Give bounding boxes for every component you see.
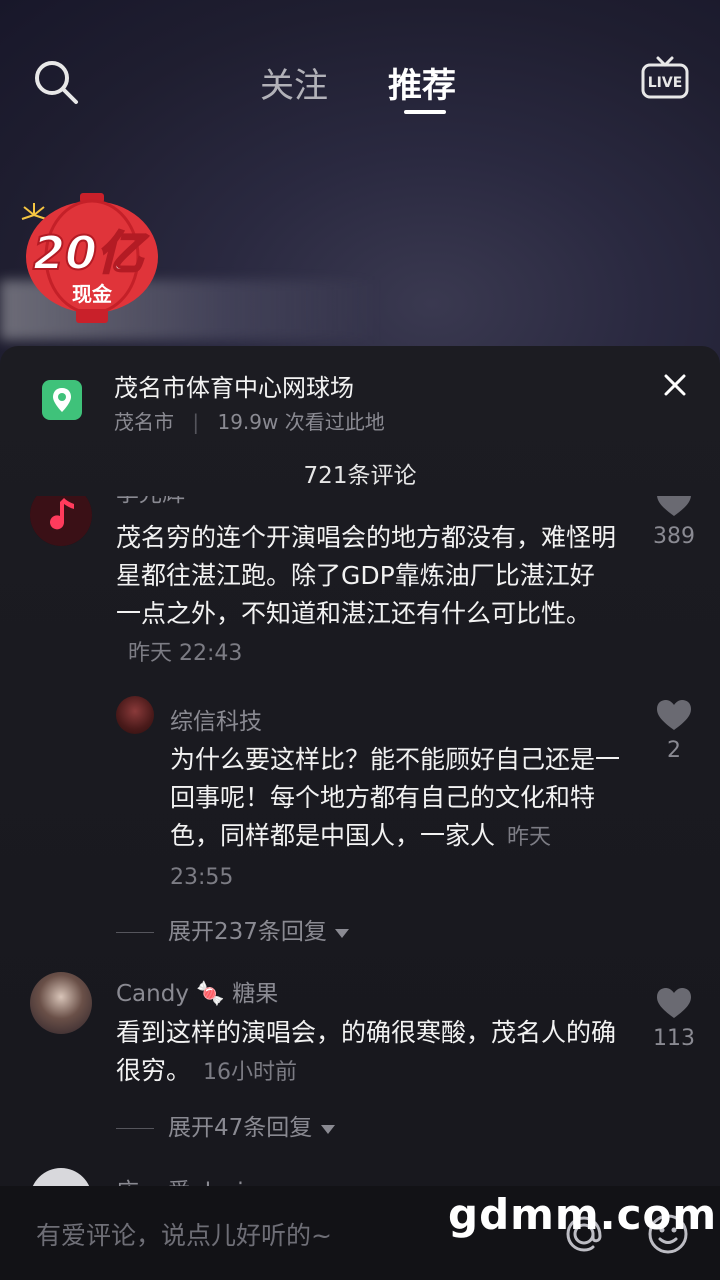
- like-count: 389: [653, 524, 695, 549]
- location-pin-icon: [42, 380, 82, 420]
- avatar[interactable]: [30, 1168, 92, 1186]
- like-button[interactable]: 389: [644, 496, 704, 549]
- comment-text[interactable]: 看到这样的演唱会，的确很寒酸，茂名人的确很穷。 16小时前: [116, 1014, 616, 1092]
- comment-author[interactable]: Candy 🍬 糖果: [116, 974, 278, 1008]
- watermark: gdmm.com: [448, 1190, 718, 1239]
- divider-line: [116, 932, 154, 933]
- reply-author[interactable]: 综信科技: [170, 702, 262, 736]
- like-count: 2: [667, 738, 681, 763]
- reply-text[interactable]: 为什么要这样比？能不能顾好自己还是一回事呢！每个地方都有自己的文化和特色，同样都…: [170, 741, 620, 897]
- comment-author[interactable]: 李光辉: [116, 496, 185, 508]
- music-note-icon: [30, 496, 92, 546]
- comment-text[interactable]: 茂名穷的连个开演唱会的地方都没有，难怪明星都往湛江跑。除了GDP靠炼油厂比湛江好…: [116, 519, 616, 673]
- close-icon[interactable]: [660, 370, 690, 400]
- divider-line: [116, 1128, 154, 1129]
- tab-follow[interactable]: 关注: [260, 58, 328, 107]
- comment-time: 16小时前: [203, 1060, 298, 1085]
- avatar[interactable]: [30, 496, 92, 546]
- live-tv-icon[interactable]: LIVE: [640, 54, 690, 104]
- reply-body: 为什么要这样比？能不能顾好自己还是一回事呢！每个地方都有自己的文化和特色，同样都…: [170, 745, 621, 850]
- red-lantern-promo[interactable]: 20亿 现金: [10, 185, 170, 335]
- expand-label: 展开47条回复: [168, 1115, 313, 1141]
- avatar[interactable]: [30, 972, 92, 1034]
- location-views: 19.9w 次看过此地: [217, 410, 385, 434]
- top-nav: 关注 推荐 LIVE: [0, 40, 720, 120]
- comment-author[interactable]: 庄go爱alesium: [116, 1172, 281, 1186]
- location-city: 茂名市: [114, 410, 174, 434]
- comment-count: 721条评论: [303, 463, 417, 489]
- like-button[interactable]: 113: [644, 986, 704, 1051]
- location-separator: |: [192, 410, 200, 434]
- promo-cash-label: 现金: [72, 282, 113, 306]
- tab-recommend[interactable]: 推荐: [388, 58, 456, 107]
- heart-icon: [657, 496, 691, 516]
- comment-body: 看到这样的演唱会，的确很寒酸，茂名人的确很穷。: [116, 1018, 617, 1085]
- avatar[interactable]: [116, 696, 154, 734]
- location-title: 茂名市体育中心网球场: [114, 374, 354, 402]
- live-label: LIVE: [648, 75, 683, 91]
- location-header[interactable]: 茂名市体育中心网球场 茂名市 | 19.9w 次看过此地: [0, 346, 720, 456]
- expand-replies-button[interactable]: 展开237条回复: [116, 912, 350, 946]
- heart-icon: [657, 988, 691, 1018]
- lantern-icon: 20亿 现金: [21, 193, 158, 323]
- expand-label: 展开237条回复: [168, 919, 327, 945]
- location-subtitle: 茂名市 | 19.9w 次看过此地: [114, 406, 385, 435]
- comments-sheet: 茂名市体育中心网球场 茂名市 | 19.9w 次看过此地 721条评论 李光辉 …: [0, 346, 720, 1280]
- heart-icon: [657, 700, 691, 730]
- active-tab-indicator: [404, 110, 446, 114]
- caret-down-icon: [335, 929, 350, 938]
- like-button[interactable]: 2: [644, 698, 704, 763]
- comment-body: 茂名穷的连个开演唱会的地方都没有，难怪明星都往湛江跑。除了GDP靠炼油厂比湛江好…: [116, 523, 617, 628]
- expand-replies-button[interactable]: 展开47条回复: [116, 1108, 336, 1142]
- comment-time: 昨天 22:43: [128, 641, 243, 666]
- comment-list[interactable]: 李光辉 茂名穷的连个开演唱会的地方都没有，难怪明星都往湛江跑。除了GDP靠炼油厂…: [0, 496, 720, 1186]
- caret-down-icon: [320, 1125, 335, 1134]
- comment-input[interactable]: 有爱评论，说点儿好听的~: [36, 1216, 332, 1252]
- promo-amount: 20亿: [33, 226, 149, 280]
- search-icon[interactable]: [30, 56, 82, 108]
- like-count: 113: [653, 1026, 695, 1051]
